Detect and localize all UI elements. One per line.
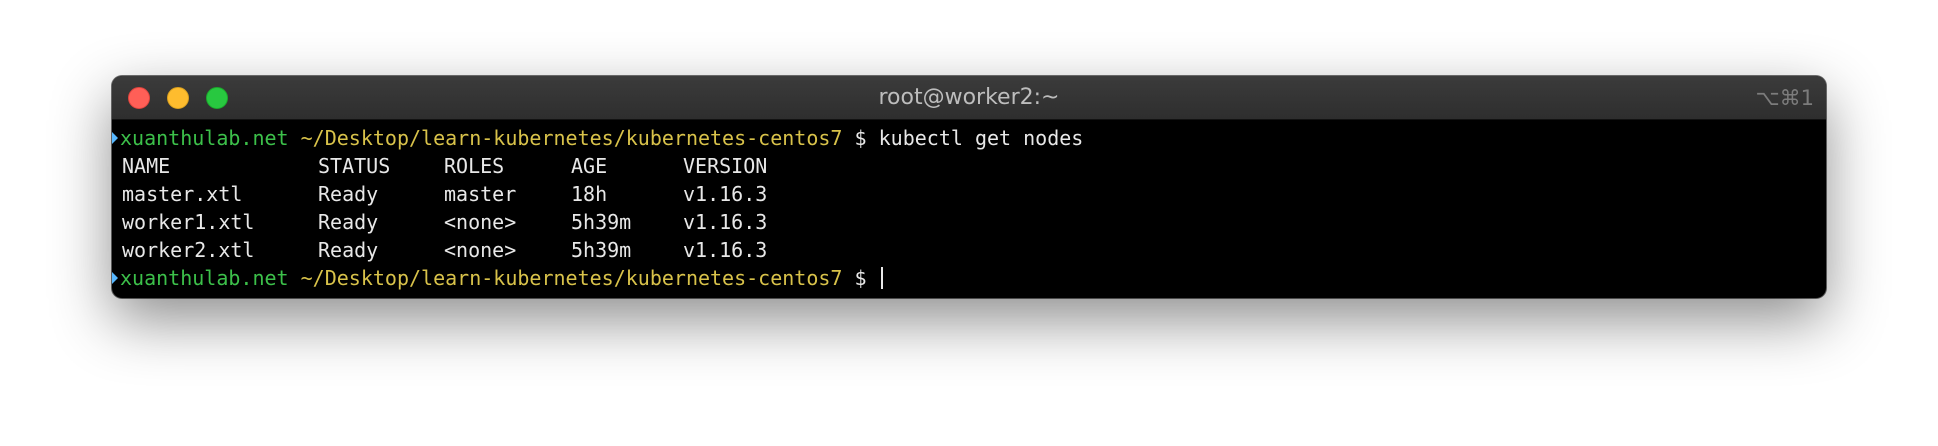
column-header: NAME xyxy=(122,154,171,178)
table-cell: v1.16.3 xyxy=(683,182,768,206)
terminal-window: root@worker2:~ ⌥⌘1 xuanthulab.net ~/Desk… xyxy=(112,76,1826,298)
command-text: kubectl get nodes xyxy=(878,126,1084,150)
nodes-table: NAME STATUS ROLES AGE VERSION master.xtl… xyxy=(122,152,803,264)
prompt-symbol: $ xyxy=(854,126,867,150)
column-header: ROLES xyxy=(444,154,505,178)
command-line: xuanthulab.net ~/Desktop/learn-kubernete… xyxy=(112,124,1826,152)
table-cell: v1.16.3 xyxy=(683,210,768,234)
tab-shortcut: ⌥⌘1 xyxy=(1755,86,1814,110)
active-prompt-line[interactable]: xuanthulab.net ~/Desktop/learn-kubernete… xyxy=(112,264,1826,292)
title-bar[interactable]: root@worker2:~ ⌥⌘1 xyxy=(112,76,1826,120)
table-cell: 5h39m xyxy=(571,238,632,262)
prompt-host: xuanthulab.net xyxy=(120,266,289,290)
column-header: AGE xyxy=(571,154,608,178)
prompt-path: ~/Desktop/learn-kubernetes/kubernetes-ce… xyxy=(300,126,843,150)
prompt-marker-icon xyxy=(112,132,118,144)
table-cell: worker2.xtl xyxy=(122,238,255,262)
table-cell: Ready xyxy=(318,210,379,234)
table-row: worker2.xtl Ready <none> 5h39m v1.16.3 xyxy=(122,236,803,264)
table-cell: 18h xyxy=(571,182,608,206)
prompt-marker-icon xyxy=(112,272,118,284)
table-row: master.xtl Ready master 18h v1.16.3 xyxy=(122,180,803,208)
table-cell: <none> xyxy=(444,210,517,234)
table-header-row: NAME STATUS ROLES AGE VERSION xyxy=(122,152,803,180)
terminal-content[interactable]: xuanthulab.net ~/Desktop/learn-kubernete… xyxy=(112,120,1826,292)
column-header: VERSION xyxy=(683,154,768,178)
prompt-host: xuanthulab.net xyxy=(120,126,289,150)
text-cursor xyxy=(880,267,883,289)
table-cell: worker1.xtl xyxy=(122,210,255,234)
prompt-path: ~/Desktop/learn-kubernetes/kubernetes-ce… xyxy=(300,266,843,290)
prompt-symbol: $ xyxy=(854,266,867,290)
table-cell: master.xtl xyxy=(122,182,243,206)
table-cell: v1.16.3 xyxy=(683,238,768,262)
table-cell: 5h39m xyxy=(571,210,632,234)
table-cell: Ready xyxy=(318,238,379,262)
table-cell: <none> xyxy=(444,238,517,262)
window-title: root@worker2:~ xyxy=(878,85,1060,110)
table-row: worker1.xtl Ready <none> 5h39m v1.16.3 xyxy=(122,208,803,236)
table-cell: master xyxy=(444,182,517,206)
column-header: STATUS xyxy=(318,154,391,178)
table-cell: Ready xyxy=(318,182,379,206)
